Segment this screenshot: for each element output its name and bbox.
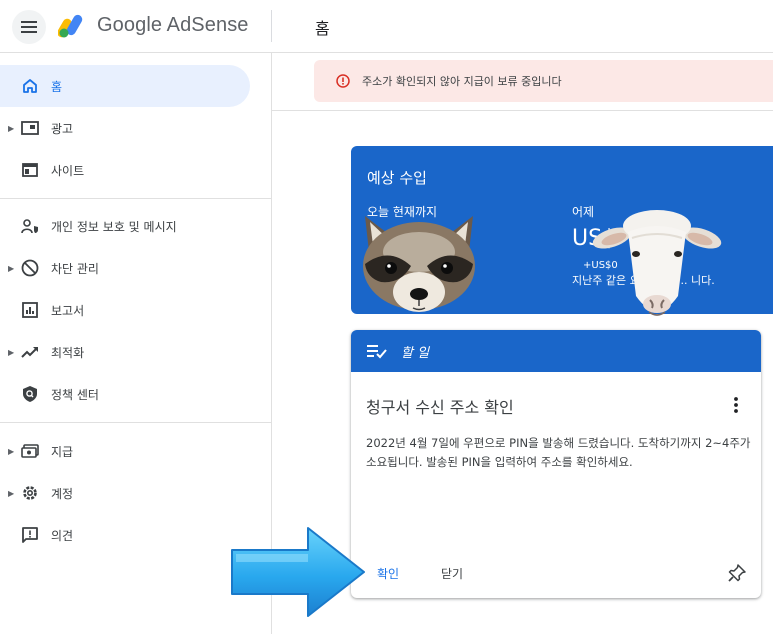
sidebar-item-block-controls[interactable]: ▶ 차단 관리 — [0, 247, 250, 289]
expand-arrow-icon[interactable]: ▶ — [8, 124, 14, 133]
hamburger-menu-icon — [21, 21, 37, 33]
block-icon — [20, 258, 40, 278]
ads-icon — [20, 118, 40, 138]
expand-arrow-icon[interactable]: ▶ — [8, 264, 14, 273]
page-title: 홈 — [315, 19, 330, 38]
content-divider — [272, 110, 773, 111]
sidebar-item-label: 차단 관리 — [51, 261, 99, 276]
sites-icon — [20, 160, 40, 180]
sidebar-item-label: 보고서 — [51, 303, 85, 318]
payment-hold-alert: 주소가 확인되지 않아 지급이 보류 중입니다 — [314, 60, 773, 102]
privacy-messaging-icon — [20, 216, 40, 236]
sidebar-item-privacy-messaging[interactable]: 개인 정보 보호 및 메시지 — [0, 205, 250, 247]
earnings-title: 예상 수입 — [367, 169, 427, 187]
sidebar-item-label: 사이트 — [51, 163, 85, 178]
sheep-sticker-image — [592, 210, 722, 316]
sidebar-item-label: 광고 — [51, 121, 74, 136]
sidebar-item-payments[interactable]: ▶ 지급 — [0, 430, 250, 472]
brand-name[interactable]: Google AdSense — [97, 14, 249, 37]
todo-card-header: 할 일 — [351, 330, 761, 372]
top-app-bar: Google AdSense 홈 — [0, 0, 773, 53]
expand-arrow-icon[interactable]: ▶ — [8, 348, 14, 357]
sidebar-divider — [0, 422, 271, 423]
settings-gear-icon — [20, 483, 40, 503]
sidebar-item-label: 최적화 — [51, 345, 85, 360]
sidebar-item-home[interactable]: 홈 — [0, 65, 250, 107]
header-divider — [271, 10, 272, 42]
sidebar-item-reports[interactable]: 보고서 — [0, 289, 250, 331]
sidebar-item-ads[interactable]: ▶ 광고 — [0, 107, 250, 149]
adsense-logo-icon[interactable] — [58, 12, 88, 38]
sidebar-item-label: 계정 — [51, 486, 74, 501]
sidebar-item-sites[interactable]: 사이트 — [0, 149, 250, 191]
todo-header-label: 할 일 — [401, 346, 430, 361]
main-menu-button[interactable] — [12, 10, 46, 44]
feedback-icon — [20, 525, 40, 545]
confirm-button[interactable]: 확인 — [377, 565, 399, 582]
pointer-arrow-annotation — [231, 527, 365, 617]
expand-arrow-icon[interactable]: ▶ — [8, 447, 14, 456]
pin-icon[interactable] — [728, 564, 746, 582]
todo-body-text: 2022년 4월 7일에 우편으로 PIN을 발송해 드렸습니다. 도착하기까지… — [366, 436, 751, 469]
sidebar-item-label: 지급 — [51, 444, 74, 459]
sidebar-item-optimization[interactable]: ▶ 최적화 — [0, 331, 250, 373]
error-icon — [336, 74, 350, 88]
sidebar-item-feedback[interactable]: 의견 — [0, 514, 250, 556]
todo-title: 청구서 수신 주소 확인 — [366, 398, 514, 417]
close-button[interactable]: 닫기 — [441, 565, 463, 582]
home-icon — [20, 76, 40, 96]
todo-card: 할 일 청구서 수신 주소 확인 2022년 4월 7일에 우편으로 PIN을 … — [351, 330, 761, 598]
checklist-icon — [367, 345, 387, 359]
sidebar-item-label: 의견 — [51, 528, 74, 543]
sidebar-divider — [0, 198, 271, 199]
alert-text: 주소가 확인되지 않아 지급이 보류 중입니다 — [362, 75, 562, 88]
sidebar-item-policy-center[interactable]: 정책 센터 — [0, 373, 250, 415]
sidebar-item-label: 정책 센터 — [51, 387, 99, 402]
sidebar-item-label: 홈 — [51, 79, 63, 94]
policy-shield-icon — [20, 384, 40, 404]
sidebar-item-account[interactable]: ▶ 계정 — [0, 472, 250, 514]
trending-up-icon — [20, 342, 40, 362]
sidebar-item-label: 개인 정보 보호 및 메시지 — [51, 219, 177, 234]
more-options-icon[interactable] — [729, 396, 743, 414]
expand-arrow-icon[interactable]: ▶ — [8, 489, 14, 498]
raccoon-sticker-image — [363, 216, 475, 312]
yesterday-label: 어제 — [572, 205, 595, 219]
payments-icon — [20, 441, 40, 461]
reports-icon — [20, 300, 40, 320]
